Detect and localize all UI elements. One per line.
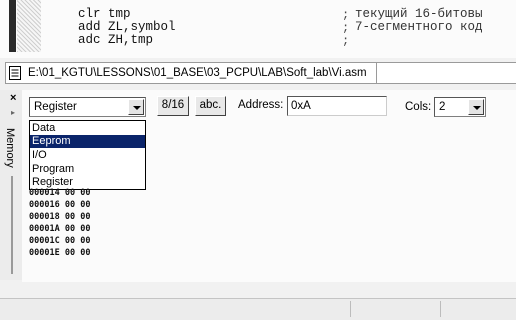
tab-strip-empty: [377, 62, 516, 84]
memory-row[interactable]: 00001C 00 00: [29, 236, 90, 246]
status-separator: [440, 301, 441, 317]
caption-grip: [11, 176, 13, 274]
memory-row[interactable]: 00001A 00 00: [29, 224, 90, 234]
dropdown-option-eeprom[interactable]: Eeprom: [30, 135, 145, 148]
status-bar: [0, 298, 516, 320]
memory-type-value: Register: [34, 101, 77, 113]
cols-label: Cols:: [405, 101, 432, 113]
close-icon[interactable]: ×: [10, 92, 16, 104]
comment-marker: ;: [342, 21, 350, 35]
memory-window-title: Memory: [4, 128, 16, 168]
address-label: Address:: [238, 99, 284, 111]
comment-marker: ;: [342, 8, 350, 22]
file-tab[interactable]: E:\01_KGTU\LESSONS\01_BASE\03_PCPU\LAB\S…: [5, 62, 377, 84]
file-path: E:\01_KGTU\LESSONS\01_BASE\03_PCPU\LAB\S…: [28, 67, 367, 79]
code-line: adc ZH,tmp: [78, 33, 154, 47]
chevron-down-icon[interactable]: [468, 99, 484, 115]
comment-marker: ;: [342, 34, 350, 48]
dropdown-option-program[interactable]: Program: [30, 163, 145, 176]
code-editor[interactable]: clr tmp add ZL,symbol adc ZH,tmp ; ; ; т…: [0, 0, 516, 58]
document-icon: [9, 66, 21, 80]
dropdown-option-data[interactable]: Data: [30, 122, 145, 135]
pin-icon[interactable]: ▸: [11, 108, 15, 117]
address-input[interactable]: 0xA: [287, 96, 387, 116]
memory-type-dropdown: Data Eeprom I/O Program Register: [29, 120, 146, 190]
status-separator: [350, 301, 351, 317]
cols-value: 2: [439, 101, 446, 113]
memory-row[interactable]: 000014 00 00: [29, 188, 90, 198]
editor-gutter-bar: [9, 0, 16, 52]
memory-row[interactable]: 000018 00 00: [29, 212, 90, 222]
dropdown-option-io[interactable]: I/O: [30, 149, 145, 162]
ascii-button[interactable]: abc.: [195, 96, 226, 116]
chevron-down-icon[interactable]: [128, 99, 144, 115]
code-comment: 7-сегментного код: [355, 20, 483, 34]
memory-row[interactable]: 00001E 00 00: [29, 248, 90, 258]
memory-type-select[interactable]: Register: [29, 97, 146, 117]
cols-select[interactable]: 2: [434, 97, 486, 117]
editor-gutter-hatch: [17, 0, 41, 52]
memory-row[interactable]: 000016 00 00: [29, 200, 90, 210]
toggle-8-16-button[interactable]: 8/16: [157, 96, 189, 116]
